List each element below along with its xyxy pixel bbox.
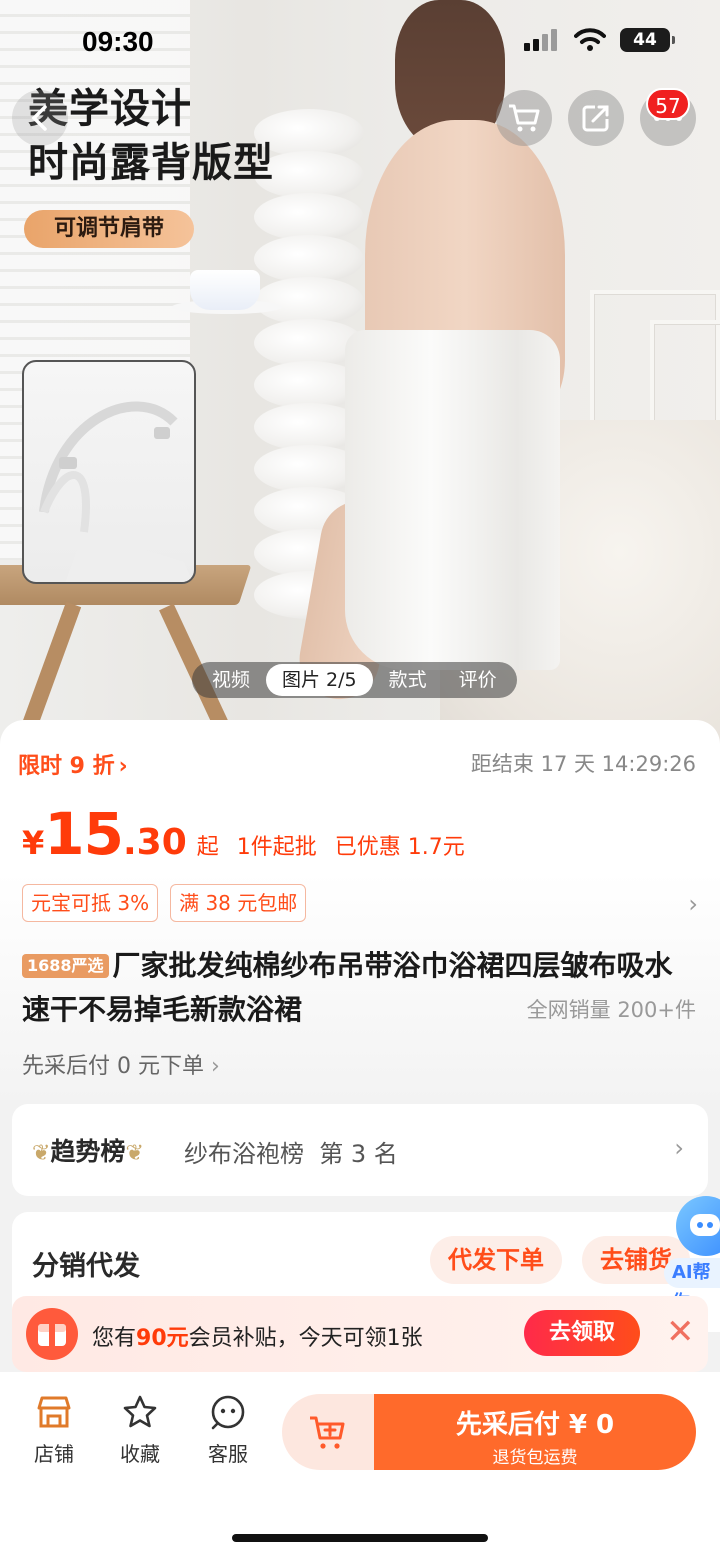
laurel-left-icon: ❦	[32, 1141, 51, 1166]
flash-sale-text: 限时 9 折	[18, 754, 115, 779]
nav-favorite-label: 收藏	[120, 1442, 160, 1466]
back-button[interactable]	[12, 90, 68, 146]
close-icon[interactable]: ✕	[666, 1312, 695, 1352]
cart-icon	[509, 104, 540, 132]
wall-panel	[650, 320, 720, 430]
red-packet-icon	[26, 1308, 78, 1360]
subsidy-amount: 90元	[136, 1326, 189, 1351]
sales-volume: 全网销量 200+件	[526, 998, 696, 1022]
subsidy-prefix: 您有	[92, 1326, 137, 1351]
sale-countdown: 距结束 17 天 14:29:26	[470, 752, 696, 776]
tab-reviews[interactable]: 评价	[443, 664, 513, 696]
price-decimal: .30	[122, 822, 187, 863]
status-time: 09:30	[82, 26, 154, 57]
share-icon	[582, 105, 609, 132]
pay-later-text: 先采后付 0 元下单	[22, 1054, 204, 1079]
chevron-right-icon[interactable]: ›	[688, 890, 698, 918]
battery-indicator: 44	[620, 28, 675, 52]
claim-subsidy-button[interactable]: 去领取	[524, 1310, 640, 1356]
pay-later-link[interactable]: 先采后付 0 元下单 ›	[22, 1048, 220, 1080]
member-subsidy-banner[interactable]: 您有90元会员补贴，今天可领1张 去领取 ✕	[12, 1296, 708, 1372]
price-integer: 15	[44, 800, 124, 868]
teacup-image	[190, 270, 260, 310]
trend-title: ❦趋势榜❦	[32, 1132, 144, 1168]
tab-video[interactable]: 视频	[196, 664, 266, 696]
buy-main-label: 先采后付 ¥ 0	[455, 1410, 615, 1440]
chevron-right-icon: ›	[674, 1134, 684, 1162]
bottom-action-bar: 店铺 收藏 客服 先采后付 ¥ 0 退货包运费	[0, 1372, 720, 1559]
chevron-right-icon: ›	[118, 754, 128, 779]
subsidy-suffix: 会员补贴，今天可领1张	[188, 1326, 423, 1351]
min-order: 1件起批	[236, 835, 317, 860]
tab-styles[interactable]: 款式	[373, 664, 443, 696]
nav-service[interactable]: 客服	[188, 1394, 268, 1467]
laurel-right-icon: ❦	[125, 1141, 144, 1166]
selection-badge: 1688严选	[22, 954, 109, 978]
message-count-badge: 57	[646, 88, 690, 120]
coupon-yuanbao[interactable]: 元宝可抵 3%	[22, 884, 159, 922]
price-currency: ¥	[22, 824, 45, 862]
subsidy-text: 您有90元会员补贴，今天可领1张	[92, 1320, 423, 1352]
ai-assistant-label[interactable]: AI帮你	[664, 1258, 720, 1313]
price-row: ¥ 15 .30 起 1件起批 已优惠 1.7元	[22, 800, 465, 868]
nav-favorite[interactable]: 收藏	[100, 1394, 180, 1467]
price-suffix: 起	[196, 835, 219, 860]
buy-now-button[interactable]: 先采后付 ¥ 0 退货包运费	[374, 1394, 696, 1470]
shop-icon	[37, 1396, 71, 1428]
home-indicator[interactable]	[232, 1534, 488, 1542]
buy-sub-label: 退货包运费	[492, 1448, 578, 1468]
chevron-left-icon	[31, 105, 47, 131]
chevron-right-icon: ›	[210, 1054, 220, 1079]
headline-line-2: 时尚露背版型	[28, 140, 274, 186]
coupon-row[interactable]: 元宝可抵 3% 满 38 元包邮	[22, 884, 307, 922]
coupon-free-shipping[interactable]: 满 38 元包邮	[170, 884, 307, 922]
nav-shop[interactable]: 店铺	[14, 1394, 94, 1467]
cellular-signal-icon	[524, 29, 557, 51]
add-cart-icon	[310, 1416, 345, 1449]
flash-sale-label[interactable]: 限时 9 折 ›	[18, 748, 128, 780]
feature-tag: 可调节肩带	[24, 210, 194, 248]
hero-headline: 美学设计 时尚露背版型	[28, 82, 274, 190]
cart-button[interactable]	[496, 90, 552, 146]
ai-assistant-icon[interactable]	[676, 1196, 720, 1256]
status-icons: 44	[524, 28, 675, 52]
trend-ranking-card[interactable]: ❦趋势榜❦ 纱布浴袍榜 第 3 名 ›	[12, 1104, 708, 1196]
trend-title-text: 趋势榜	[50, 1137, 126, 1166]
star-icon	[123, 1395, 157, 1428]
trend-rank-text: 纱布浴袍榜 第 3 名	[184, 1140, 398, 1168]
customer-service-icon	[211, 1395, 245, 1430]
discount-amount: 已优惠 1.7元	[334, 835, 465, 860]
dropship-order-button[interactable]: 代发下单	[430, 1236, 562, 1284]
tab-images[interactable]: 图片 2/5	[266, 664, 373, 696]
distribution-title: 分销代发	[32, 1251, 140, 1282]
towel-dress-image	[345, 330, 560, 670]
strap-detail-inset	[22, 360, 196, 584]
share-button[interactable]	[568, 90, 624, 146]
nav-shop-label: 店铺	[34, 1442, 74, 1466]
wifi-icon	[574, 28, 606, 51]
nav-service-label: 客服	[208, 1442, 248, 1466]
media-tabs: 视频 图片 2/5 款式 评价	[192, 662, 517, 698]
